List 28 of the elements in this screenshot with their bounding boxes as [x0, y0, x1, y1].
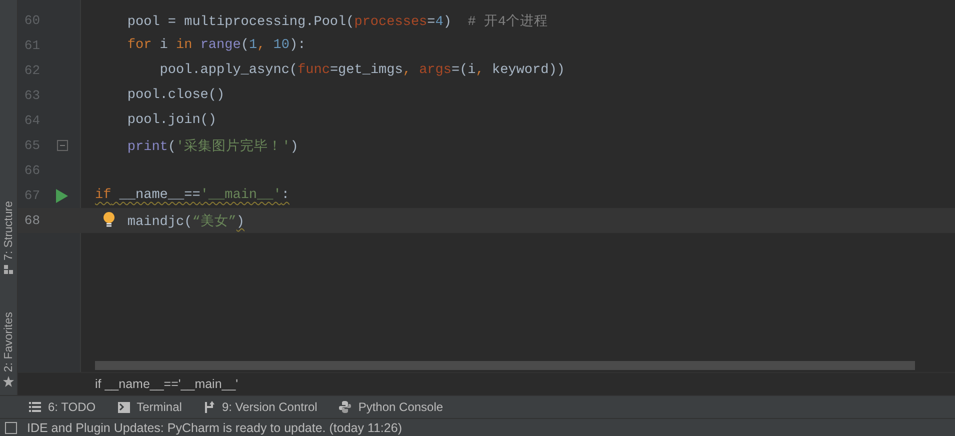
star-icon: [3, 376, 14, 387]
lightbulb-icon[interactable]: [103, 212, 115, 227]
terminal-icon: [118, 402, 130, 412]
code-line: print('采集图片完毕！'): [127, 138, 298, 154]
structure-icon: [4, 264, 13, 274]
tool-window-tab[interactable]: 2: Favorites: [0, 312, 17, 387]
code-line: pool.close(): [127, 88, 225, 103]
tool-window-button[interactable]: 9: Version Control: [202, 400, 320, 414]
code-line: for i in range(1, 10):: [127, 38, 306, 53]
status-message: IDE and Plugin Updates: PyCharm is ready to update. (today 11:26): [27, 420, 402, 434]
run-icon[interactable]: [56, 188, 68, 202]
python-icon: [339, 401, 352, 413]
branch-icon: [204, 401, 215, 413]
breadcrumb[interactable]: if __name__=='__main__': [95, 377, 238, 391]
code-line: pool = multiprocessing.Pool(processes=4) # 开4个进程: [127, 13, 548, 30]
window-icon[interactable]: [5, 422, 17, 434]
list-icon: [29, 402, 41, 412]
fold-icon[interactable]: [57, 140, 68, 151]
line-number: 68: [23, 213, 40, 228]
tool-window-button[interactable]: Python Console: [337, 400, 446, 414]
tool-window-tab[interactable]: 7: Structure: [0, 201, 17, 274]
tool-window-button[interactable]: Terminal: [116, 400, 184, 414]
tool-window-button[interactable]: 6: TODO: [27, 400, 98, 414]
code-line: if __name__=='__main__':: [95, 188, 290, 203]
code-line: maindjc(“美女”): [127, 212, 245, 230]
code-line: pool.apply_async(func=get_imgs, args=(i, keyword)): [160, 63, 565, 78]
horizontal-scrollbar[interactable]: [95, 361, 915, 370]
code-line: pool.join(): [127, 113, 217, 128]
